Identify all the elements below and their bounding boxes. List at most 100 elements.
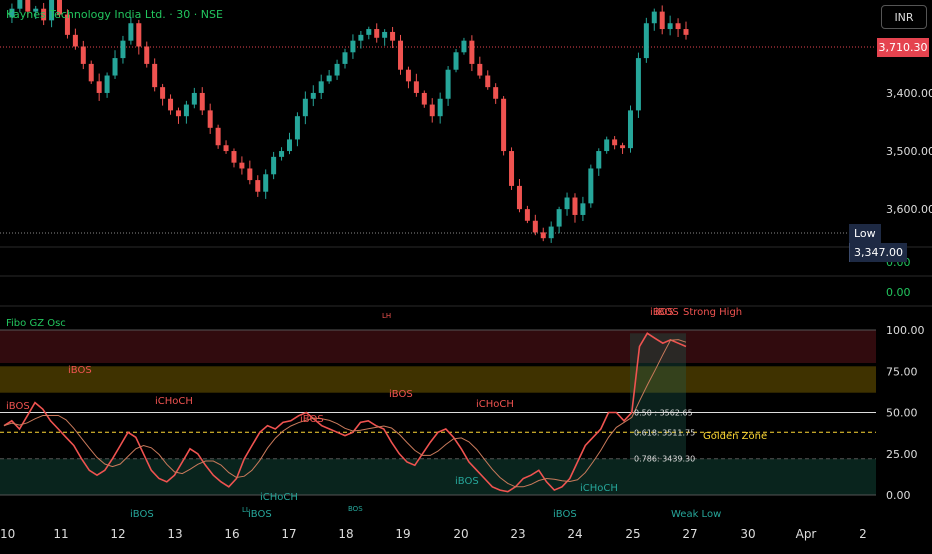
structure-annotation: iBOS <box>300 414 324 425</box>
time-axis-label: 20 <box>453 527 468 541</box>
candle-body <box>175 110 181 117</box>
candle-body <box>286 139 292 152</box>
candle-body <box>461 40 467 53</box>
oscillator-band <box>0 366 876 393</box>
currency-button[interactable]: INR <box>881 5 927 29</box>
chart-title: Kaynes Technology India Ltd. · 30 · NSE <box>6 8 223 21</box>
candle-body <box>643 23 649 59</box>
candle-body <box>168 98 174 111</box>
candle-body <box>627 110 633 149</box>
fib-level-label: 0.618: 3511.75 <box>634 428 695 437</box>
candle-body <box>580 203 586 215</box>
candle-body <box>516 185 522 210</box>
weak-low-label: Weak Low <box>671 509 721 520</box>
time-axis-label: 17 <box>281 527 296 541</box>
candle-body <box>358 34 364 41</box>
price-axis-tick: 3,600.00 <box>886 203 932 216</box>
candle-body <box>548 226 554 239</box>
candle-body <box>485 75 491 88</box>
candle-body <box>104 75 110 93</box>
candle-body <box>477 63 483 76</box>
candle-body <box>413 81 419 93</box>
oscillator-axis-tick: 0.00 <box>886 489 911 502</box>
candle-body <box>318 81 324 93</box>
structure-annotation: iCHoCH <box>476 399 514 410</box>
candle-body <box>334 63 340 76</box>
chart-stage[interactable]: 3,600.00 3,500.00 3,400.00 0.00 0.00 100.00 75… <box>0 0 932 550</box>
candle-body <box>199 92 205 111</box>
structure-annotation: iCHoCH <box>580 483 618 494</box>
oscillator-axis-tick: 50.00 <box>886 407 918 420</box>
structure-annotation: iBOS <box>248 509 272 520</box>
candle-body <box>524 209 530 221</box>
oscillator-axis-tick: 75.00 <box>886 365 918 378</box>
price-axis-tick: 3,500.00 <box>886 145 932 158</box>
candle-body <box>247 168 253 181</box>
structure-annotation: iBOS <box>6 401 30 412</box>
structure-annotation: iBOS <box>68 365 92 376</box>
structure-annotation: LH <box>382 312 391 320</box>
candle-body <box>152 63 158 88</box>
candle-body <box>294 116 300 140</box>
candle-body <box>635 58 641 111</box>
candle-body <box>382 31 388 38</box>
candle-body <box>207 110 213 128</box>
candle-body <box>501 98 507 152</box>
candle-body <box>620 145 626 149</box>
candle-body <box>326 75 332 82</box>
time-axis-label: 11 <box>53 527 68 541</box>
candle-body <box>612 139 618 146</box>
oscillator-axis-tick: 100.00 <box>886 324 925 337</box>
candle-body <box>604 139 610 152</box>
time-axis-label: 25 <box>625 527 640 541</box>
structure-annotation: iCHoCH <box>155 396 193 407</box>
candle-body <box>160 87 166 99</box>
fib-level-label: 0.786: 3439.30 <box>634 455 695 464</box>
candle-body <box>421 92 427 105</box>
last-price-tag: 3,710.30 <box>877 38 929 57</box>
golden-zone-label: Golden Zone <box>703 431 767 442</box>
candle-body <box>271 156 277 175</box>
candle-body <box>469 40 475 64</box>
oscillator-axis-tick: 25.00 <box>886 448 918 461</box>
candle-body <box>667 23 673 30</box>
low-label: Low <box>849 224 881 243</box>
time-axis-label: 19 <box>395 527 410 541</box>
chart-svg[interactable]: 3,600.00 3,500.00 3,400.00 0.00 0.00 100.00 75… <box>0 0 932 550</box>
time-axis-label: 30 <box>740 527 755 541</box>
pane-zero-label: 0.00 <box>886 286 911 299</box>
candle-body <box>540 232 546 239</box>
oscillator-band <box>0 458 876 495</box>
fib-level-label: 0.50 : 3562.65 <box>634 409 693 418</box>
candle-body <box>532 220 538 233</box>
time-axis-label: 16 <box>224 527 239 541</box>
candle-body <box>120 40 126 59</box>
candle-body <box>556 209 562 227</box>
candle-body <box>223 145 229 152</box>
candle-body <box>96 81 102 93</box>
time-axis-label: 18 <box>338 527 353 541</box>
time-axis-label: Apr <box>796 527 817 541</box>
candle-body <box>588 168 594 204</box>
structure-annotation: iBOS <box>389 389 413 400</box>
time-axis-label: 2 <box>859 527 867 541</box>
candle-body <box>405 69 411 82</box>
candle-body <box>302 98 308 117</box>
candle-body <box>390 31 396 41</box>
candle-body <box>683 29 689 35</box>
time-axis-label: 10 <box>0 527 15 541</box>
candle-body <box>493 87 499 99</box>
oscillator-title: Fibo GZ Osc <box>6 318 66 329</box>
candle-body <box>231 151 237 163</box>
candle-body <box>263 174 269 192</box>
candle-body <box>564 197 570 210</box>
candle-body <box>445 69 451 99</box>
candle-body <box>675 23 681 30</box>
low-price-tag: Low3,347.00 <box>849 224 932 262</box>
candle-body <box>112 58 118 76</box>
candle-body <box>596 151 602 169</box>
candle-body <box>374 29 380 38</box>
structure-annotation: LL <box>242 506 250 514</box>
candle-body <box>215 127 221 146</box>
structure-annotation: BOS <box>348 505 363 513</box>
